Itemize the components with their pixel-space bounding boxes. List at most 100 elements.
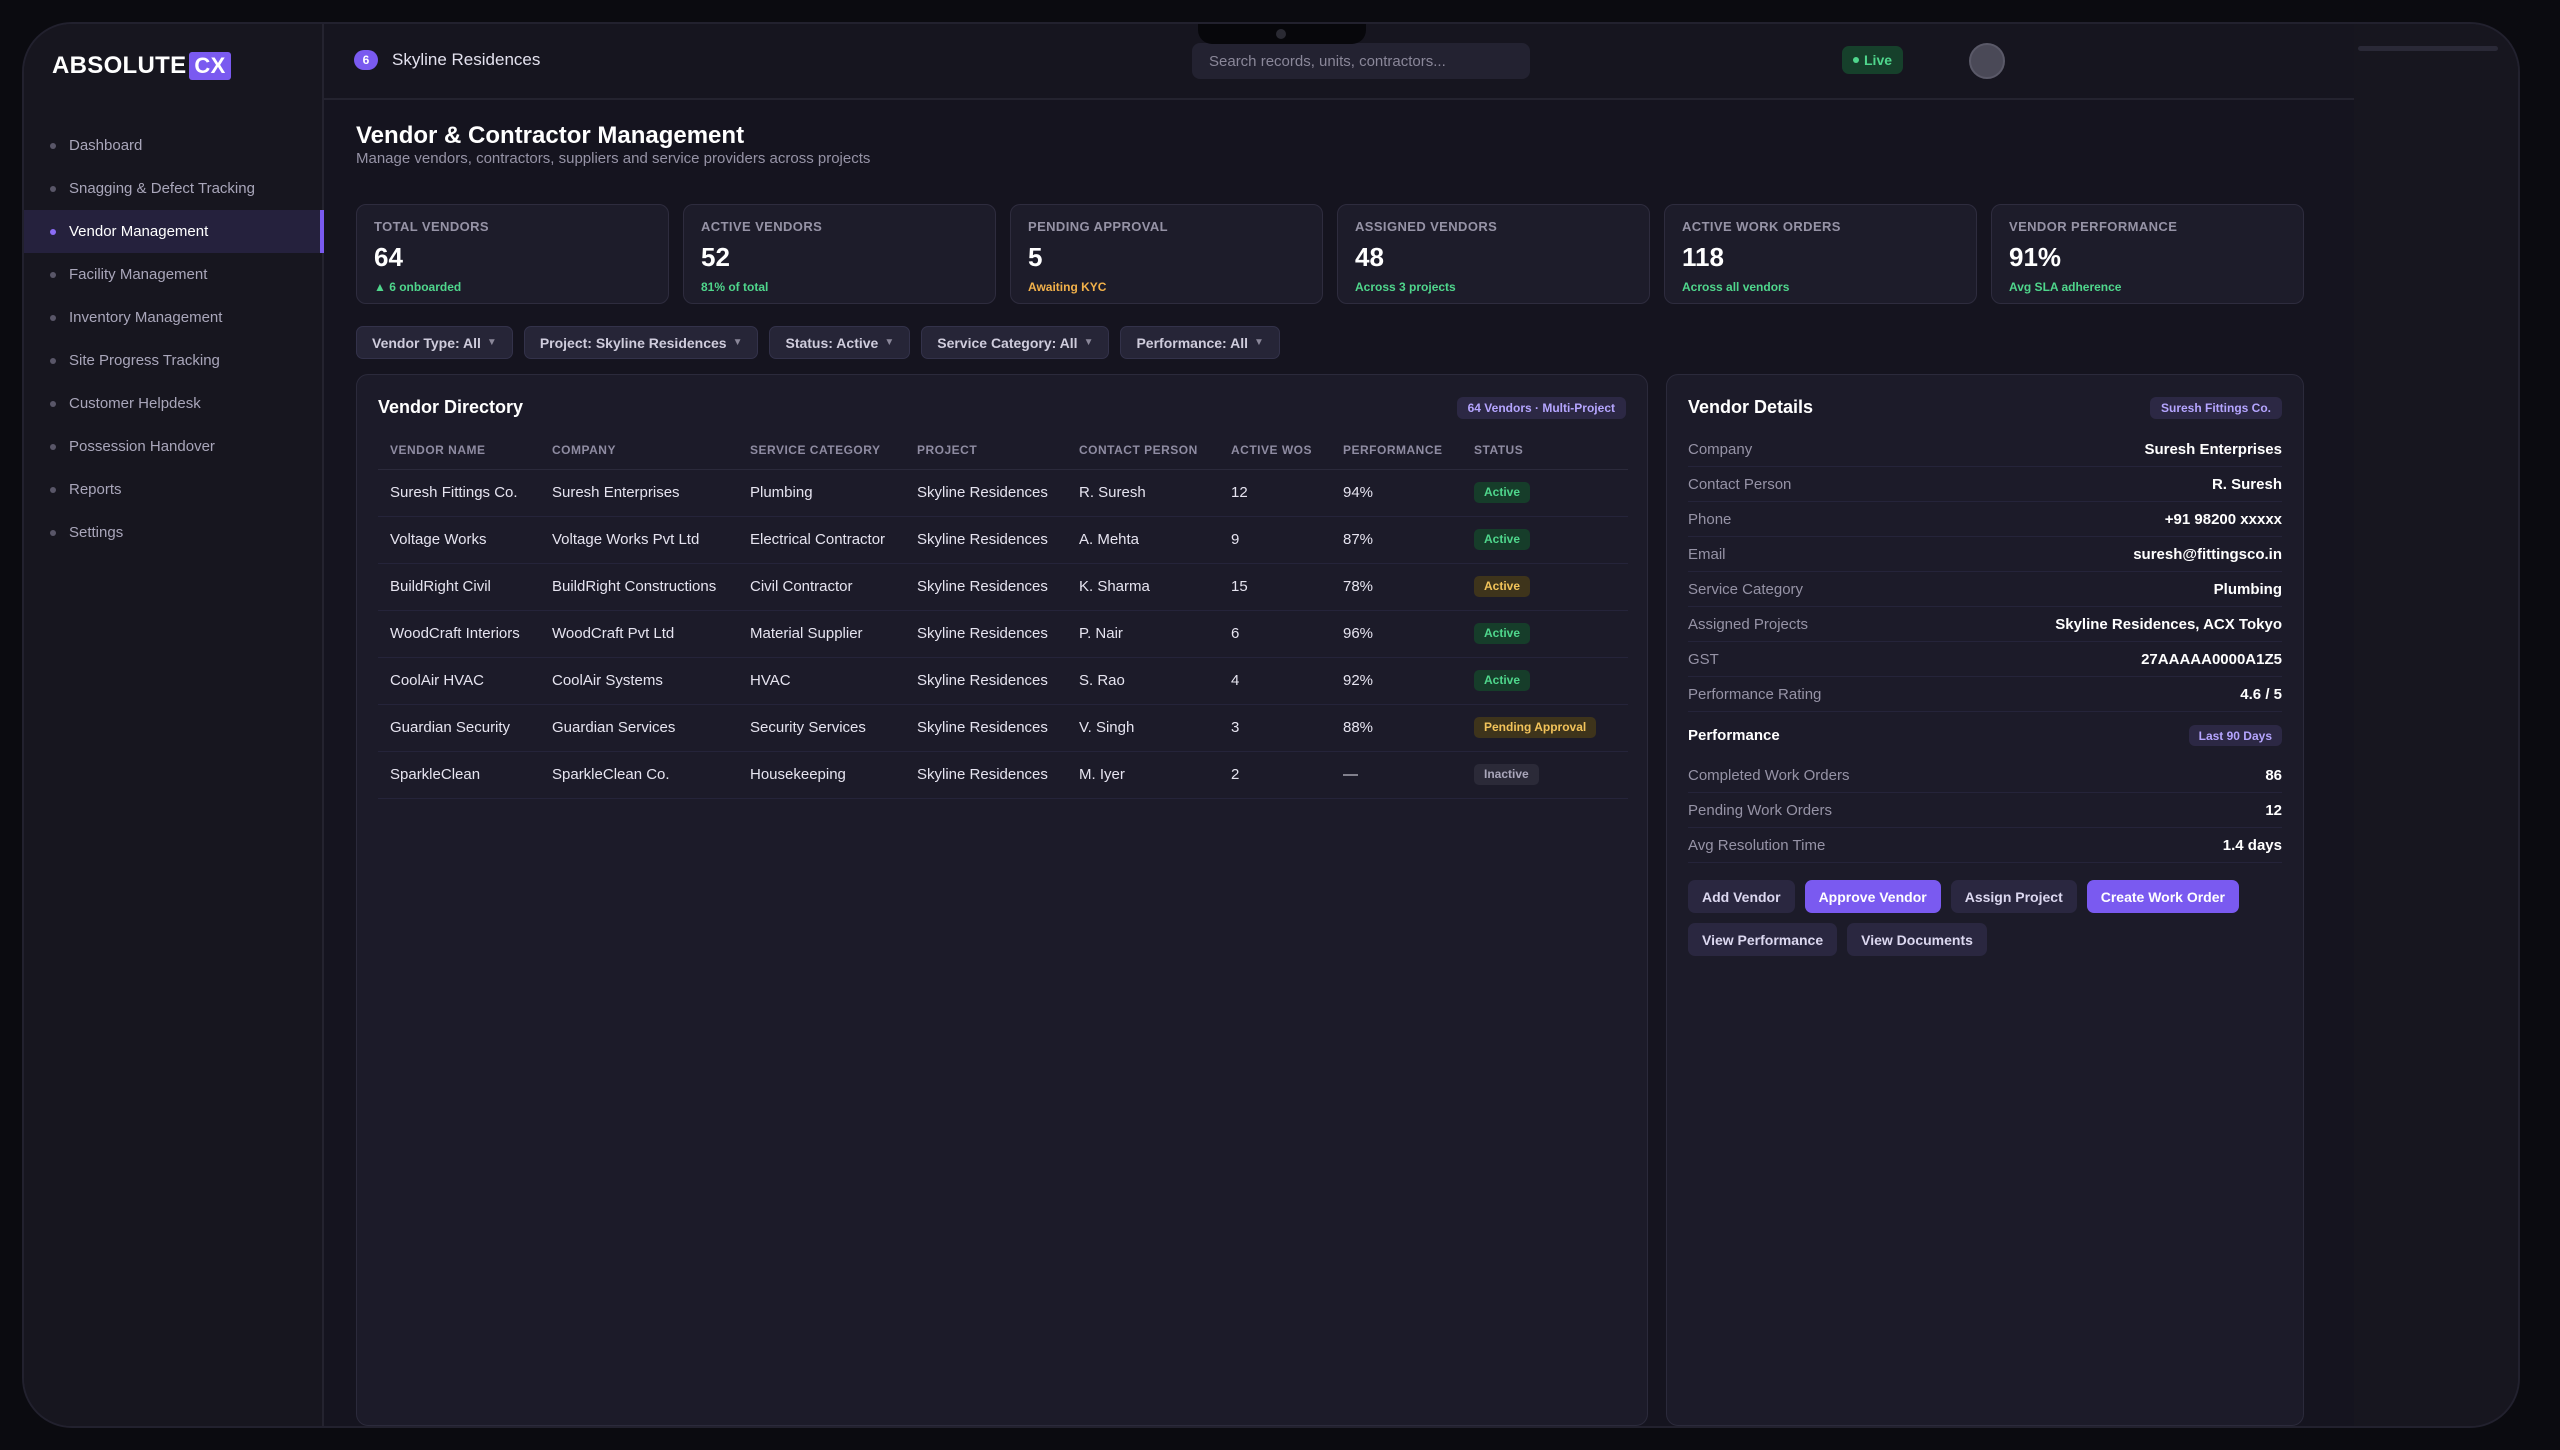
avatar[interactable] <box>1969 43 2005 79</box>
vendor-count-tag: 64 Vendors · Multi-Project <box>1456 397 1626 419</box>
sidebar-item-snagging[interactable]: Snagging & Defect Tracking <box>24 167 324 210</box>
detail-row-company: Company Suresh Enterprises <box>1688 432 2282 467</box>
stat-card-active-work-orders[interactable]: ACTIVE WORK ORDERS 118 Across all vendor… <box>1664 204 1977 304</box>
cell-status: Inactive <box>1462 751 1628 799</box>
detail-row-assigned-projects: Assigned Projects Skyline Residences, ACX… <box>1688 607 2282 642</box>
cell-contact: V. Singh <box>1067 704 1219 752</box>
sidebar-item-label: Reports <box>69 481 122 498</box>
filter-vendor-type[interactable]: Vendor Type: All ▼ <box>356 326 513 359</box>
sidebar-item-possession[interactable]: Possession Handover <box>24 425 324 468</box>
stat-card-vendor-performance[interactable]: VENDOR PERFORMANCE 91% Avg SLA adherence <box>1991 204 2304 304</box>
table-row[interactable]: BuildRight Civil BuildRight Construction… <box>378 563 1628 611</box>
stat-card-pending-approval[interactable]: PENDING APPROVAL 5 Awaiting KYC <box>1010 204 1323 304</box>
column-header[interactable]: PROJECT <box>905 431 1067 470</box>
detail-row-email: Email suresh@fittingsco.in <box>1688 537 2282 572</box>
cell-status: Active <box>1462 516 1628 564</box>
panel-title: Vendor Details <box>1688 397 1814 417</box>
column-header[interactable]: STATUS <box>1462 431 1628 470</box>
filter-bar: Vendor Type: All ▼ Project: Skyline Resid… <box>356 326 1280 359</box>
scroll-indicator <box>2358 46 2498 51</box>
create-work-order-button[interactable]: Create Work Order <box>2086 880 2239 913</box>
cell-contact: A. Mehta <box>1067 516 1219 564</box>
sidebar-item-label: Vendor Management <box>69 223 209 240</box>
cell-status: Active <box>1462 657 1628 705</box>
stat-card-total-vendors[interactable]: TOTAL VENDORS 64 ▲ 6 onboarded <box>356 204 669 304</box>
column-header[interactable]: CONTACT PERSON <box>1067 431 1219 470</box>
sidebar-item-site-progress[interactable]: Site Progress Tracking <box>24 339 324 382</box>
cell-company: Suresh Enterprises <box>540 469 738 517</box>
project-count-badge[interactable]: 6 <box>354 50 378 70</box>
sidebar-item-reports[interactable]: Reports <box>24 468 324 511</box>
logo-text: ABSOLUTE <box>52 52 187 79</box>
sidebar-item-label: Snagging & Defect Tracking <box>69 180 255 197</box>
detail-value[interactable]: suresh@fittingsco.in <box>2133 546 2282 563</box>
column-header[interactable]: COMPANY <box>540 431 738 470</box>
performance-period-tag[interactable]: Last 90 Days <box>2188 725 2282 746</box>
filter-status[interactable]: Status: Active ▼ <box>769 326 911 359</box>
cell-project: Skyline Residences <box>905 563 1067 611</box>
sidebar-item-facility[interactable]: Facility Management <box>24 253 324 296</box>
stat-value: 52 <box>701 242 730 272</box>
camera-icon <box>1276 29 1286 39</box>
cell-active-wos: 15 <box>1219 563 1331 611</box>
table-row[interactable]: WoodCraft Interiors WoodCraft Pvt Ltd Ma… <box>378 610 1628 658</box>
column-header[interactable]: PERFORMANCE <box>1331 431 1462 470</box>
project-selector[interactable]: Skyline Residences <box>392 50 540 70</box>
stat-card-assigned-vendors[interactable]: ASSIGNED VENDORS 48 Across 3 projects <box>1337 204 1650 304</box>
live-dot-icon <box>1853 57 1859 63</box>
filter-performance[interactable]: Performance: All ▼ <box>1120 326 1280 359</box>
cell-category: Security Services <box>738 704 905 752</box>
cell-status: Pending Approval <box>1462 704 1628 752</box>
detail-value: 1.4 days <box>2222 836 2282 854</box>
column-header[interactable]: VENDOR NAME <box>378 431 540 470</box>
table-row[interactable]: Guardian Security Guardian Services Secu… <box>378 704 1628 752</box>
table-header-row: VENDOR NAME COMPANY SERVICE CATEGORY PRO… <box>378 431 1628 470</box>
cell-company: BuildRight Constructions <box>540 563 738 611</box>
cell-company: Guardian Services <box>540 704 738 752</box>
stat-card-active-vendors[interactable]: ACTIVE VENDORS 52 81% of total <box>683 204 996 304</box>
filter-service-category[interactable]: Service Category: All ▼ <box>921 326 1110 359</box>
perf-row-resolution: Avg Resolution Time 1.4 days <box>1688 828 2282 863</box>
page-subtitle: Manage vendors, contractors, suppliers a… <box>356 150 871 167</box>
search-input[interactable] <box>1192 43 1530 79</box>
table-row[interactable]: SparkleClean SparkleClean Co. Housekeepi… <box>378 751 1628 799</box>
stat-note: Across 3 projects <box>1355 280 1456 294</box>
bullet-icon <box>50 530 56 536</box>
sidebar-item-inventory[interactable]: Inventory Management <box>24 296 324 339</box>
detail-key: Service Category <box>1688 580 1804 598</box>
filter-project[interactable]: Project: Skyline Residences ▼ <box>523 326 759 359</box>
detail-key: GST <box>1688 650 1719 668</box>
sidebar-item-settings[interactable]: Settings <box>24 511 324 554</box>
status-badge: Active <box>1474 576 1531 597</box>
detail-row-rating: Performance Rating 4.6 / 5 <box>1688 677 2282 712</box>
cell-performance: 78% <box>1331 563 1462 611</box>
sidebar-item-label: Site Progress Tracking <box>69 352 220 369</box>
sidebar-item-label: Settings <box>69 524 124 541</box>
sidebar-item-label: Customer Helpdesk <box>69 395 201 412</box>
sidebar-item-vendor-management[interactable]: Vendor Management <box>24 210 324 253</box>
view-performance-button[interactable]: View Performance <box>1688 923 1838 956</box>
detail-value: Suresh Enterprises <box>2144 440 2282 458</box>
approve-vendor-button[interactable]: Approve Vendor <box>1804 880 1941 913</box>
table-row[interactable]: Suresh Fittings Co. Suresh Enterprises P… <box>378 469 1628 517</box>
column-header[interactable]: ACTIVE WOS <box>1219 431 1331 470</box>
sidebar-item-dashboard[interactable]: Dashboard <box>24 124 324 167</box>
cell-project: Skyline Residences <box>905 704 1067 752</box>
status-badge: Active <box>1474 482 1531 503</box>
cell-vendor: WoodCraft Interiors <box>378 610 540 658</box>
column-header[interactable]: SERVICE CATEGORY <box>738 431 905 470</box>
sidebar-item-helpdesk[interactable]: Customer Helpdesk <box>24 382 324 425</box>
cell-contact: R. Suresh <box>1067 469 1219 517</box>
view-documents-button[interactable]: View Documents <box>1847 923 1987 956</box>
detail-key: Company <box>1688 440 1753 458</box>
cell-active-wos: 9 <box>1219 516 1331 564</box>
table-row[interactable]: CoolAir HVAC CoolAir Systems HVAC Skylin… <box>378 657 1628 705</box>
stat-note: Awaiting KYC <box>1028 280 1107 294</box>
cell-vendor: Suresh Fittings Co. <box>378 469 540 517</box>
assign-project-button[interactable]: Assign Project <box>1950 880 2077 913</box>
add-vendor-button[interactable]: Add Vendor <box>1688 880 1795 913</box>
table-row[interactable]: Voltage Works Voltage Works Pvt Ltd Elec… <box>378 516 1628 564</box>
app-logo[interactable]: ABSOLUTE CX <box>52 52 231 80</box>
cell-project: Skyline Residences <box>905 469 1067 517</box>
cell-company: Voltage Works Pvt Ltd <box>540 516 738 564</box>
